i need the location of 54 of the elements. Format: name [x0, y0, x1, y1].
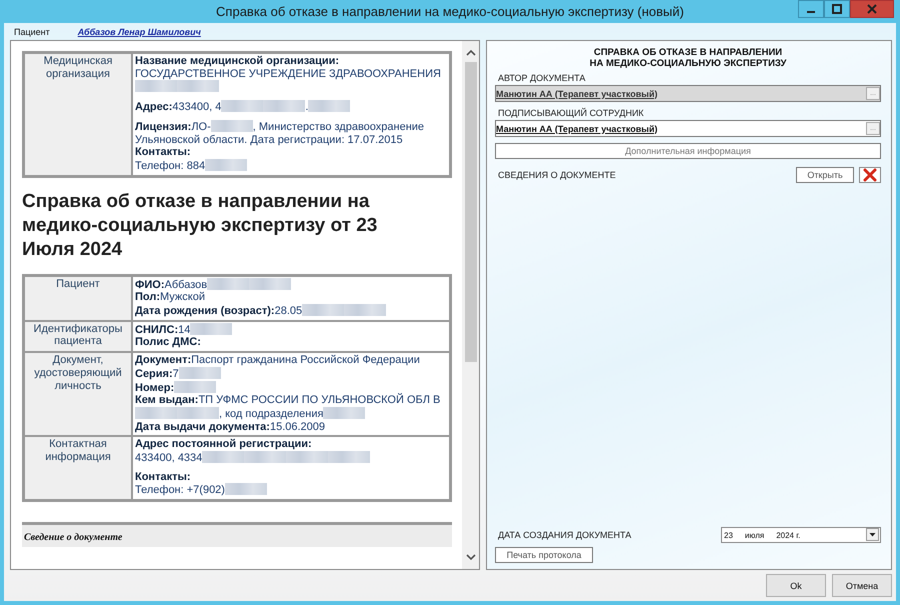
print-protocol-button[interactable]: Печать протокола	[495, 547, 593, 563]
field-line: Дата выдачи документа:15.06.2009	[135, 420, 326, 434]
document-heading: Справка об отказе в направлении на медико-социальную экспертизу от 23 Июля 2024	[22, 190, 378, 262]
field-line: ГОСУДАРСТВЕННОЕ УЧРЕЖДЕНИЕ ЗДРАВООХРАНЕНИЯ	[135, 68, 447, 94]
maximize-button[interactable]	[824, 0, 850, 18]
field-label: ПОДПИСЫВАЮЩИЙ СОТРУДНИК	[498, 108, 645, 118]
table-cell: Контактная информация	[24, 436, 132, 500]
field-line: Телефон: 884	[135, 158, 447, 173]
field-line: Лицензия:ЛО- , Министерство здравоохранение Ульяновской области. Дата регистрации: 17.07.2015	[135, 118, 426, 146]
field-line: Контакты:	[135, 470, 192, 484]
date-label: ДАТА СОЗДАНИЯ ДОКУМЕНТА	[497, 530, 632, 540]
field-line: Дата рождения (возраст):28.05	[135, 304, 447, 318]
field-line: Пол:Мужской	[135, 291, 206, 304]
scrollbar[interactable]	[462, 41, 479, 569]
dialog-button[interactable]: Отмена	[832, 574, 892, 597]
field-line: Номер:	[135, 380, 447, 394]
date-picker[interactable]: 23 июля 2024 г.	[721, 527, 881, 543]
table-cell: Пациент	[24, 276, 132, 321]
field-line: Серия:7	[135, 366, 447, 381]
minimize-button[interactable]	[798, 0, 824, 18]
maximize-icon	[832, 4, 842, 14]
open-button[interactable]: Открыть	[796, 167, 854, 183]
field-line: Кем выдан:ТП УФМС РОССИИ ПО УЛЬЯНОВСКОЙ ОБЛ В , код подразделения	[135, 394, 442, 421]
scroll-up-icon	[466, 49, 476, 56]
table-cell: Медицинская организация	[24, 53, 132, 176]
field-line: Контакты:	[135, 146, 192, 159]
close-button[interactable]	[850, 0, 894, 18]
field-line: Полис ДМС:	[135, 336, 202, 350]
table-cell: Документ, удостоверяющий личность	[24, 352, 132, 436]
scroll-down-icon	[466, 554, 476, 561]
field-label: АВТОР ДОКУМЕНТА	[498, 73, 586, 83]
delete-icon	[863, 168, 877, 182]
minimize-icon	[807, 11, 815, 13]
field-line: 433400, 4334	[135, 451, 447, 465]
section-title: Сведение о документе	[24, 532, 122, 544]
form-title: СПРАВКА ОБ ОТКАЗЕ В НАПРАВЛЕНИИ НА МЕДИКО-СОЦИАЛЬНУЮ ЭКСПЕРТИЗУ	[588, 47, 788, 69]
dropdown-icon	[866, 528, 879, 541]
field-line: Адрес:433400, 4 .	[135, 94, 447, 114]
dialog-button[interactable]: Ok	[766, 574, 826, 597]
field-line: ФИО:Аббазов	[135, 278, 447, 292]
field-line: Документ:Паспорт гражданина Российской Федерации	[135, 354, 421, 367]
patient-link[interactable]: Аббазов Ленар Шамилович	[78, 26, 201, 36]
close-icon	[867, 4, 877, 14]
field-line: Название медицинской организации:	[135, 55, 340, 68]
field-line: Телефон: +7(902)	[135, 483, 447, 498]
field-line: Адрес постоянной регистрации:	[135, 438, 313, 452]
table-cell: Идентификаторы пациента	[24, 320, 132, 352]
field-line: СНИЛС:14	[135, 322, 447, 336]
document-info-label: СВЕДЕНИЯ О ДОКУМЕНТЕ	[497, 170, 617, 180]
patient-label: Пациент	[14, 26, 50, 36]
window-title: Справка об отказе в направлении на медико-социальную экспертизу (новый)	[216, 4, 684, 19]
delete-button[interactable]	[859, 167, 881, 183]
scroll-thumb[interactable]	[464, 62, 476, 362]
additional-info-button[interactable]: Дополнительная информация	[495, 143, 881, 159]
